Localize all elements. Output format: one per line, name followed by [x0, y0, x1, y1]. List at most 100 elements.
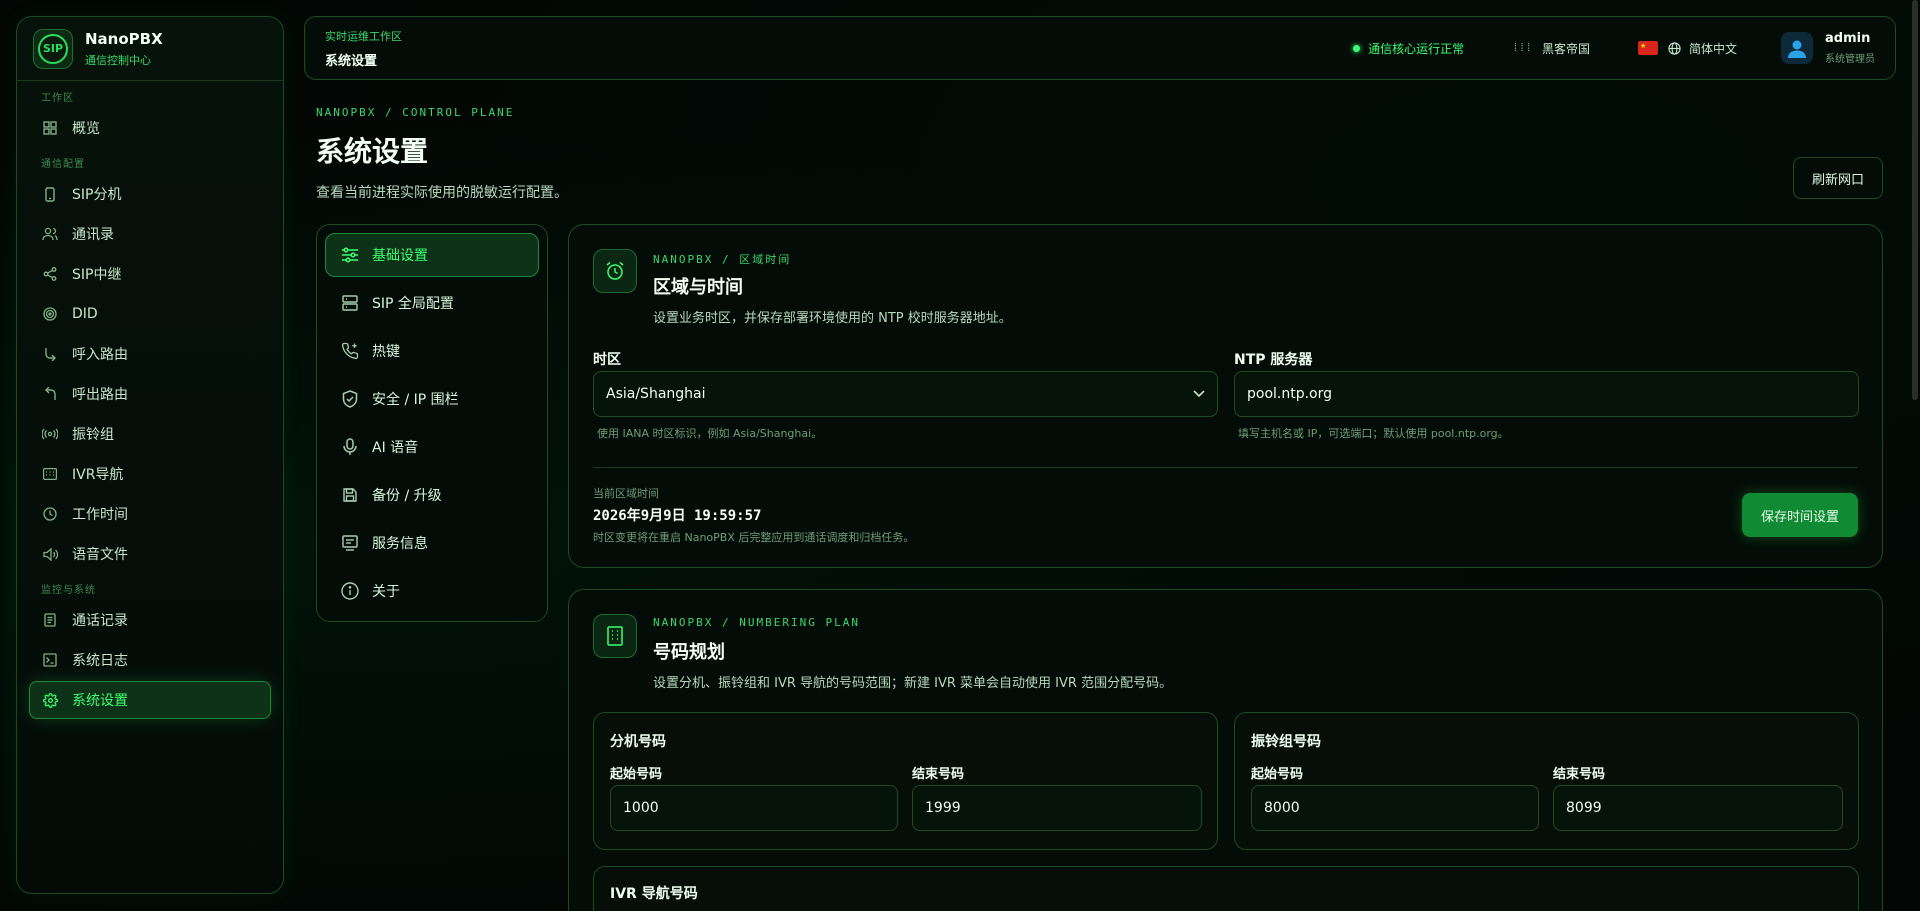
alarm-clock-icon [593, 249, 637, 293]
sidebar-item-ivr[interactable]: IVR导航 [29, 455, 271, 493]
sidebar-item-ring-group[interactable]: 振铃组 [29, 415, 271, 453]
ntp-input[interactable]: pool.ntp.org [1234, 371, 1859, 417]
refresh-button[interactable]: 刷新网口 [1793, 157, 1883, 199]
card-eyebrow: NANOPBX / NUMBERING PLAN [653, 616, 860, 629]
ring-group-range-title: 振铃组号码 [1251, 734, 1321, 750]
china-flag-icon [1637, 41, 1658, 55]
language-label: 简体中文 [1688, 41, 1737, 56]
tab-about[interactable]: 关于 [325, 569, 539, 613]
sidebar-item-sip-extensions[interactable]: SIP分机 [29, 175, 271, 213]
timezone-value: Asia/Shanghai [606, 386, 706, 402]
sidebar-item-sip-trunk[interactable]: SIP中继 [29, 255, 271, 293]
phone-icon [42, 186, 58, 202]
arrow-in-icon [42, 346, 58, 362]
clock-icon [42, 506, 58, 522]
ext-start-label: 起始号码 [610, 767, 663, 782]
matrix-icon: ⁞⁞⁞ [1512, 41, 1532, 54]
page-title: 系统设置 [316, 135, 429, 168]
avatar [1781, 32, 1813, 64]
sidebar: SIP NanoPBX 通信控制中心 工作区 概览 通信配置 SIP分机 通讯录… [16, 16, 284, 894]
tab-label: 服务信息 [372, 536, 428, 552]
sidebar-item-did[interactable]: DID [29, 295, 271, 333]
topbar: 实时运维工作区 系统设置 通信核心运行正常 ⁞⁞⁞ 黑客帝国 简体中文 admi… [304, 16, 1896, 80]
timezone-card: NANOPBX / 区域时间 区域与时间 设置业务时区，并保存部署环境使用的 N… [568, 224, 1883, 568]
ext-end-input[interactable]: 1999 [912, 785, 1202, 831]
ext-start-value: 1000 [623, 800, 659, 816]
ring-end-input[interactable]: 8099 [1553, 785, 1843, 831]
page-scrollbar[interactable] [1912, 0, 1918, 400]
tab-backup[interactable]: 备份 / 升级 [325, 473, 539, 517]
brand: SIP NanoPBX 通信控制中心 [17, 17, 283, 81]
tab-label: 关于 [372, 584, 400, 600]
terminal-icon [42, 652, 58, 668]
sidebar-item-label: 通话记录 [72, 613, 128, 629]
speaker-icon [42, 546, 58, 562]
card-title: 号码规划 [653, 642, 725, 663]
sidebar-item-outbound-route[interactable]: 呼出路由 [29, 375, 271, 413]
extension-range-title: 分机号码 [610, 734, 666, 750]
tab-sip-global[interactable]: SIP 全局配置 [325, 281, 539, 325]
ext-end-label: 结束号码 [912, 767, 965, 782]
theme-switcher[interactable]: ⁞⁞⁞ 黑客帝国 [1512, 40, 1590, 57]
tab-security[interactable]: 安全 / IP 围栏 [325, 377, 539, 421]
sidebar-item-system-log[interactable]: 系统日志 [29, 641, 271, 679]
sidebar-item-label: 语音文件 [72, 547, 128, 563]
section-label-monitor: 监控与系统 [41, 585, 96, 596]
sidebar-item-work-hours[interactable]: 工作时间 [29, 495, 271, 533]
ring-start-input[interactable]: 8000 [1251, 785, 1539, 831]
sidebar-item-label: 呼入路由 [72, 347, 128, 363]
tab-ai-voice[interactable]: AI 语音 [325, 425, 539, 469]
save-time-button[interactable]: 保存时间设置 [1742, 493, 1858, 537]
gear-icon [42, 692, 58, 708]
tab-label: 基础设置 [372, 248, 428, 264]
sidebar-item-call-records[interactable]: 通话记录 [29, 601, 271, 639]
sidebar-item-contacts[interactable]: 通讯录 [29, 215, 271, 253]
status-text: 通信核心运行正常 [1368, 41, 1465, 56]
timezone-help: 使用 IANA 时区标识，例如 Asia/Shanghai。 [597, 427, 823, 440]
sidebar-item-label: SIP分机 [72, 187, 122, 203]
sidebar-item-label: 系统设置 [72, 693, 128, 709]
keypad-icon [42, 466, 58, 482]
sidebar-item-overview[interactable]: 概览 [29, 109, 271, 147]
tab-label: AI 语音 [372, 440, 419, 456]
sidebar-item-label: 概览 [72, 121, 100, 137]
page-eyebrow: NANOPBX / CONTROL PLANE [316, 106, 515, 119]
sidebar-item-system-settings[interactable]: 系统设置 [29, 681, 271, 719]
tab-hotkeys[interactable]: 热键 [325, 329, 539, 373]
brand-logo: SIP [33, 28, 73, 69]
breadcrumb-current: 系统设置 [325, 53, 378, 69]
ring-start-value: 8000 [1264, 800, 1300, 816]
info-icon [340, 581, 360, 601]
current-time-note: 时区变更将在重启 NanoPBX 后完整应用到通话调度和归档任务。 [593, 531, 915, 544]
sidebar-item-label: 工作时间 [72, 507, 128, 523]
user-icon [1788, 40, 1806, 58]
language-switcher[interactable]: 简体中文 [1637, 40, 1737, 57]
sidebar-item-label: IVR导航 [72, 467, 124, 483]
ext-start-input[interactable]: 1000 [610, 785, 898, 831]
ivr-range-title: IVR 导航号码 [610, 886, 698, 902]
user-name: admin [1825, 31, 1871, 46]
section-label-comm: 通信配置 [41, 159, 85, 170]
ring-group-range-box: 振铃组号码 起始号码 8000 结束号码 8099 [1234, 712, 1859, 850]
tab-service-info[interactable]: 服务信息 [325, 521, 539, 565]
grid-icon [42, 120, 58, 136]
building-icon [593, 614, 637, 658]
ring-start-label: 起始号码 [1251, 767, 1304, 782]
tab-label: SIP 全局配置 [372, 296, 454, 312]
timezone-select[interactable]: Asia/Shanghai [593, 371, 1218, 417]
brand-subtitle: 通信控制中心 [85, 53, 151, 67]
tab-label: 安全 / IP 围栏 [372, 392, 459, 408]
settings-tabs: 基础设置 SIP 全局配置 热键 安全 / IP 围栏 AI 语音 备份 / 升… [316, 224, 548, 622]
timezone-label: 时区 [593, 352, 621, 368]
ring-end-label: 结束号码 [1553, 767, 1606, 782]
page-description: 查看当前进程实际使用的脱敏运行配置。 [316, 185, 568, 201]
sidebar-item-voice-files[interactable]: 语音文件 [29, 535, 271, 573]
tab-basic-settings[interactable]: 基础设置 [325, 233, 539, 277]
sidebar-item-label: SIP中继 [72, 267, 122, 283]
sidebar-item-label: 振铃组 [72, 427, 114, 443]
sidebar-item-label: 呼出路由 [72, 387, 128, 403]
ext-end-value: 1999 [925, 800, 961, 816]
user-role: 系统管理员 [1825, 54, 1875, 65]
sidebar-item-inbound-route[interactable]: 呼入路由 [29, 335, 271, 373]
user-menu[interactable]: admin 系统管理员 [1781, 31, 1875, 65]
